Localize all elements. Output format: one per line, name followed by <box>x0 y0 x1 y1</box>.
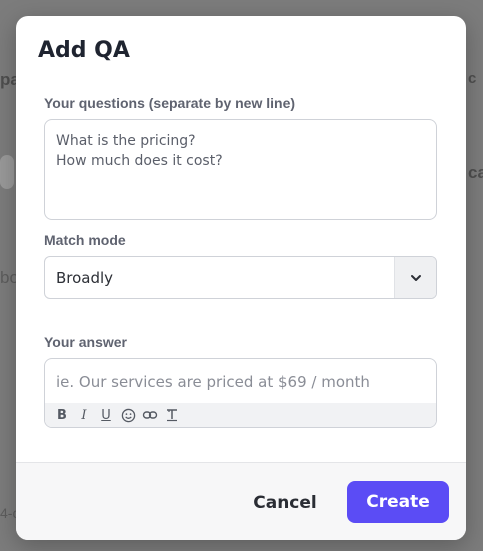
questions-textarea[interactable]: What is the pricing? How much does it co… <box>44 119 437 220</box>
answer-input[interactable]: ie. Our services are priced at $69 / mon… <box>56 373 370 391</box>
match-mode-label: Match mode <box>44 232 126 248</box>
emoji-icon[interactable] <box>120 407 136 423</box>
cancel-button[interactable]: Cancel <box>246 490 324 516</box>
add-qa-dialog: Add QA Your questions (separate by new l… <box>16 16 466 540</box>
underline-icon[interactable]: U <box>98 407 114 423</box>
match-mode-value: Broadly <box>56 269 114 287</box>
questions-label: Your questions (separate by new line) <box>44 95 296 111</box>
bold-icon[interactable]: B <box>54 407 70 423</box>
answer-label: Your answer <box>44 334 127 350</box>
match-mode-select[interactable]: Broadly <box>44 256 437 299</box>
create-button[interactable]: Create <box>347 481 449 523</box>
clear-formatting-icon[interactable] <box>164 407 180 423</box>
dialog-title: Add QA <box>38 38 130 63</box>
editor-toolbar: B I U <box>45 403 436 427</box>
background-text-fragment: c <box>468 70 477 87</box>
answer-editor[interactable]: ie. Our services are priced at $69 / mon… <box>44 358 437 428</box>
chevron-down-icon[interactable] <box>394 257 436 298</box>
background-text-fragment: ca <box>468 163 483 182</box>
link-icon[interactable] <box>142 407 158 423</box>
background-pill <box>0 155 14 189</box>
italic-icon[interactable]: I <box>76 407 92 423</box>
